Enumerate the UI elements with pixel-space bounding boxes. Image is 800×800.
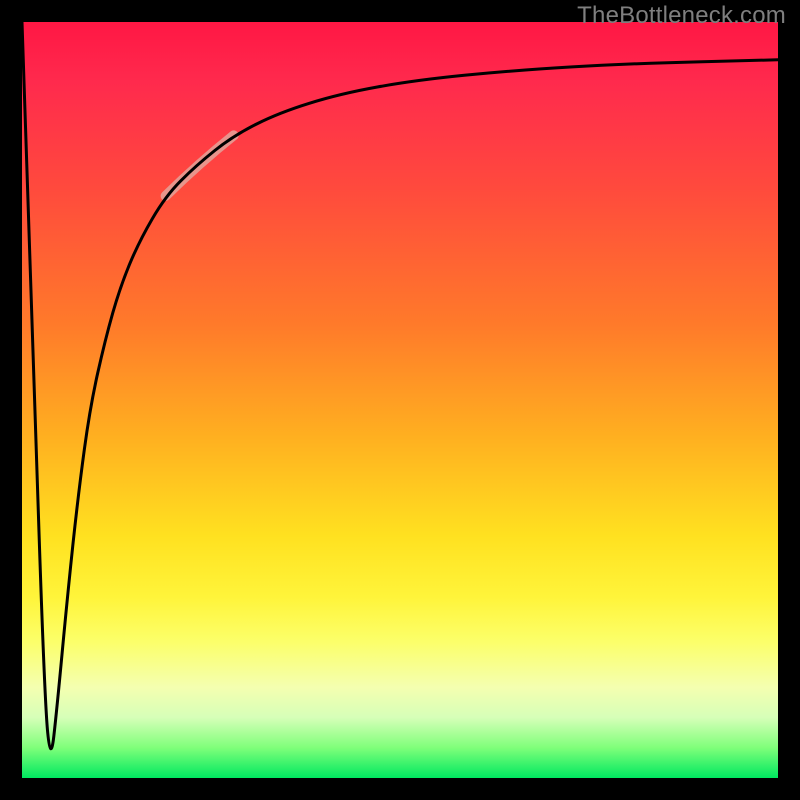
plot-area [22, 22, 778, 778]
background-gradient [22, 22, 778, 778]
watermark-text: TheBottleneck.com [577, 2, 786, 30]
chart-frame: TheBottleneck.com [0, 0, 800, 800]
